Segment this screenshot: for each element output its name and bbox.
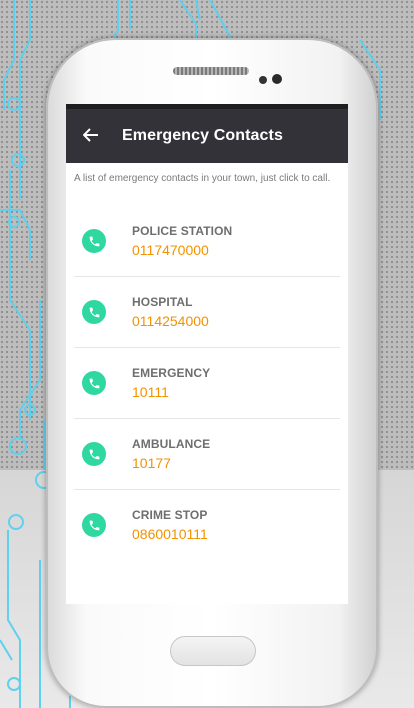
contact-name: HOSPITAL — [132, 295, 193, 309]
contact-number: 10111 — [132, 384, 169, 400]
arrow-left-icon — [82, 125, 99, 148]
contact-item-ambulance[interactable]: AMBULANCE 10177 — [74, 419, 340, 490]
phone-icon — [82, 442, 106, 466]
contact-number: 0860010111 — [132, 526, 208, 542]
intro-text: A list of emergency contacts in your tow… — [74, 173, 331, 184]
phone-icon — [82, 371, 106, 395]
contact-name: EMERGENCY — [132, 366, 211, 380]
earpiece-speaker — [173, 67, 249, 75]
phone-icon — [82, 300, 106, 324]
app-bar: Emergency Contacts — [66, 109, 348, 163]
contact-item-hospital[interactable]: HOSPITAL 0114254000 — [74, 277, 340, 348]
contact-name: POLICE STATION — [132, 224, 233, 238]
back-button[interactable] — [66, 109, 116, 163]
contact-name: AMBULANCE — [132, 437, 211, 451]
contact-number: 0117470000 — [132, 242, 209, 258]
contact-list: POLICE STATION 0117470000 HOSPITAL 01142… — [66, 206, 348, 560]
front-camera — [272, 74, 282, 84]
phone-icon — [82, 513, 106, 537]
contact-number: 0114254000 — [132, 313, 209, 329]
phone-icon — [82, 229, 106, 253]
page-title: Emergency Contacts — [122, 127, 283, 144]
contact-name: CRIME STOP — [132, 508, 208, 522]
contact-item-crime-stop[interactable]: CRIME STOP 0860010111 — [74, 490, 340, 560]
home-button[interactable] — [170, 636, 256, 666]
app-screen: Emergency Contacts A list of emergency c… — [66, 104, 348, 604]
sensor-dot — [259, 76, 267, 84]
contact-item-police-station[interactable]: POLICE STATION 0117470000 — [74, 206, 340, 277]
contact-item-emergency[interactable]: EMERGENCY 10111 — [74, 348, 340, 419]
contact-number: 10177 — [132, 455, 171, 471]
